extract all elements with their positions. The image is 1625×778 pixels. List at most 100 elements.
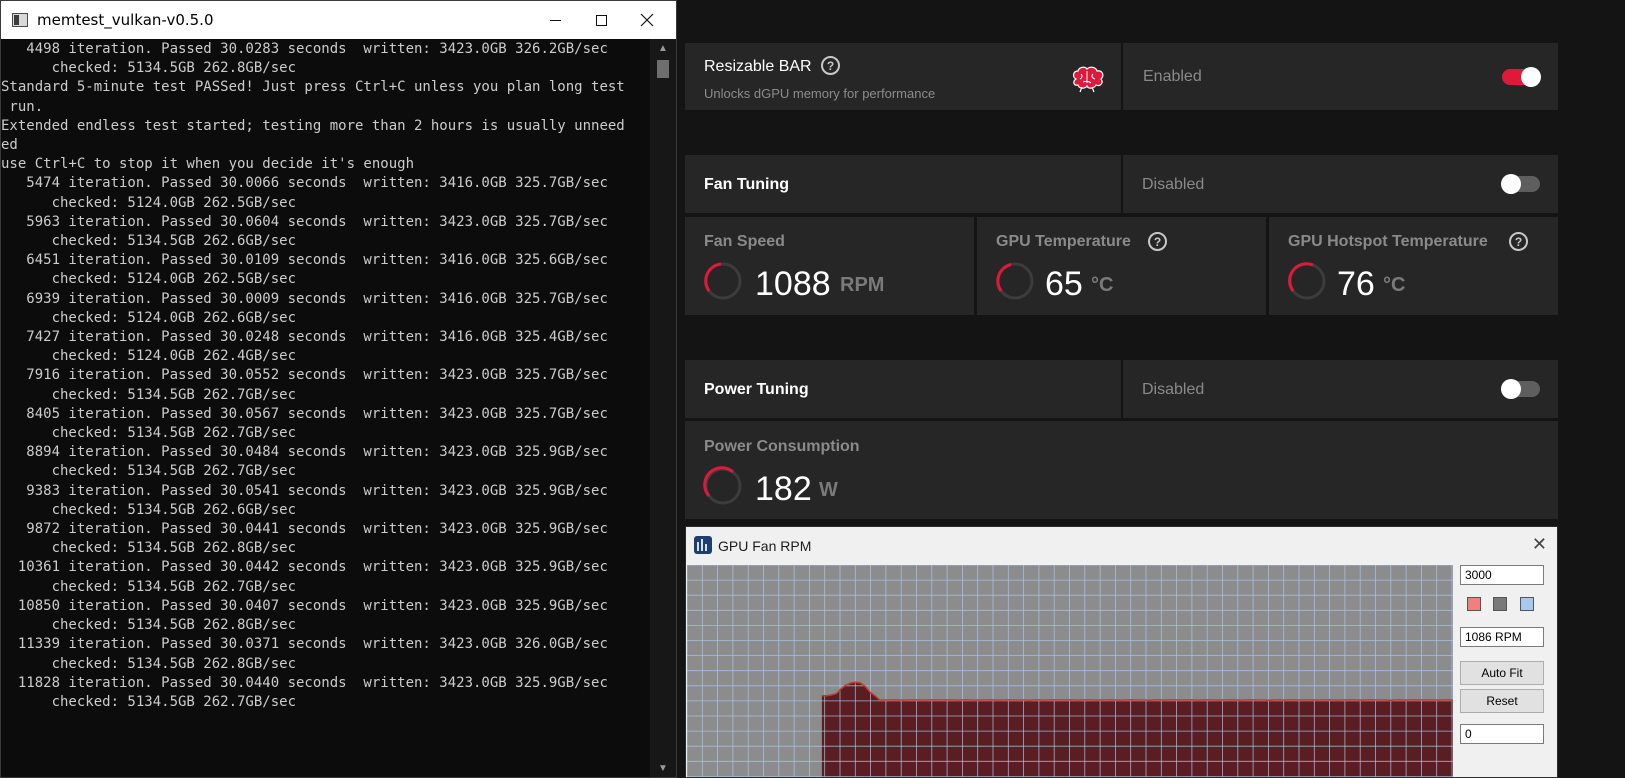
fan-tuning-state-card: Disabled xyxy=(1123,155,1558,213)
help-icon[interactable]: ? xyxy=(1148,232,1167,251)
console-line: ed xyxy=(1,137,18,154)
console-line: 10850 iteration. Passed 30.0407 seconds … xyxy=(1,597,608,614)
close-icon xyxy=(640,13,654,27)
console-line: checked: 5134.5GB 262.7GB/sec xyxy=(1,693,297,710)
current-value-field[interactable]: 1086 RPM xyxy=(1460,627,1544,647)
console-line: 7916 iteration. Passed 30.0552 seconds w… xyxy=(1,367,608,384)
close-icon[interactable]: ✕ xyxy=(1532,534,1547,555)
metric-value: 76 xyxy=(1337,265,1375,303)
min-value-field[interactable]: 0 xyxy=(1460,724,1544,744)
console-line: 10361 iteration. Passed 30.0442 seconds … xyxy=(1,559,608,576)
metric-value: 65 xyxy=(1045,265,1083,303)
console-line: checked: 5134.5GB 262.7GB/sec xyxy=(1,425,297,442)
gpu-hotspot-temperature-card: GPU Hotspot Temperature ? 76 °C xyxy=(1269,217,1558,315)
gpu-fan-rpm-window: GPU Fan RPM ✕ 3000 1086 RPM Auto Fit Res… xyxy=(685,526,1558,778)
console-line: checked: 5124.0GB 262.6GB/sec xyxy=(1,309,297,326)
console-line: checked: 5134.5GB 262.8GB/sec xyxy=(1,655,297,672)
help-icon[interactable]: ? xyxy=(1509,232,1528,251)
color-swatch-red[interactable] xyxy=(1467,597,1481,611)
resizable-bar-state: Enabled xyxy=(1143,68,1202,85)
console-scrollbar[interactable]: ▲ ▼ xyxy=(650,39,676,777)
console-line: 6451 iteration. Passed 30.0109 seconds w… xyxy=(1,252,608,269)
reset-button[interactable]: Reset xyxy=(1460,689,1544,713)
power-tuning-toggle[interactable] xyxy=(1501,379,1540,399)
toggle-knob xyxy=(1501,174,1521,194)
fan-tuning-title: Fan Tuning xyxy=(704,176,790,193)
minimize-button[interactable] xyxy=(532,1,578,39)
color-swatch-gray[interactable] xyxy=(1493,597,1507,611)
scroll-up-arrow-icon[interactable]: ▲ xyxy=(650,39,676,57)
console-line: 6939 iteration. Passed 30.0009 seconds w… xyxy=(1,290,608,307)
console-line: 8894 iteration. Passed 30.0484 seconds w… xyxy=(1,444,608,461)
fan-tuning-state: Disabled xyxy=(1142,176,1205,193)
console-line: 9872 iteration. Passed 30.0441 seconds w… xyxy=(1,521,608,538)
resizable-bar-subtitle: Unlocks dGPU memory for performance xyxy=(704,86,936,101)
gpu-temperature-card: GPU Temperature ? 65 °C xyxy=(977,217,1266,315)
console-line: checked: 5124.0GB 262.5GB/sec xyxy=(1,271,297,288)
console-line: 5963 iteration. Passed 30.0604 seconds w… xyxy=(1,213,608,230)
console-line: 4498 iteration. Passed 30.0283 seconds w… xyxy=(1,41,608,57)
console-line: checked: 5134.5GB 262.7GB/sec xyxy=(1,578,297,595)
console-line: checked: 5134.5GB 262.8GB/sec xyxy=(1,617,297,634)
scroll-thumb[interactable] xyxy=(657,60,669,78)
power-consumption-card: Power Consumption 182 W xyxy=(685,421,1558,519)
console-app-icon xyxy=(12,13,28,27)
console-line: checked: 5134.5GB 262.8GB/sec xyxy=(1,60,297,77)
auto-fit-button[interactable]: Auto Fit xyxy=(1460,661,1544,685)
console-titlebar[interactable]: memtest_vulkan-v0.5.0 xyxy=(1,1,676,39)
power-tuning-title: Power Tuning xyxy=(704,381,809,398)
console-line: use Ctrl+C to stop it when you decide it… xyxy=(1,156,415,173)
console-line: checked: 5134.5GB 262.6GB/sec xyxy=(1,233,297,250)
fan-tuning-card: Fan Tuning xyxy=(685,155,1121,213)
metric-label: Power Consumption xyxy=(704,438,860,455)
console-line: 8405 iteration. Passed 30.0567 seconds w… xyxy=(1,405,608,422)
console-line: checked: 5134.5GB 262.7GB/sec xyxy=(1,386,297,403)
color-swatch-blue[interactable] xyxy=(1520,597,1534,611)
console-line: run. xyxy=(1,98,44,115)
metric-unit: °C xyxy=(1091,274,1114,296)
metric-label: GPU Hotspot Temperature xyxy=(1288,233,1488,250)
graph-title: GPU Fan RPM xyxy=(718,538,812,554)
console-line: checked: 5124.0GB 262.5GB/sec xyxy=(1,194,297,211)
metric-unit: °C xyxy=(1383,274,1406,296)
maximize-icon xyxy=(595,14,607,26)
metric-unit: RPM xyxy=(840,274,885,296)
console-line: checked: 5134.5GB 262.7GB/sec xyxy=(1,463,297,480)
resizable-bar-card: Resizable BAR ? Unlocks dGPU memory for … xyxy=(685,43,1121,110)
gpu-temperature-gauge-icon xyxy=(996,262,1034,300)
power-tuning-card: Power Tuning xyxy=(685,360,1121,418)
power-tuning-state: Disabled xyxy=(1142,381,1205,398)
scroll-down-arrow-icon[interactable]: ▼ xyxy=(650,759,676,777)
metric-unit: W xyxy=(819,479,838,501)
rpm-plot[interactable] xyxy=(687,565,1453,777)
gpu-hotspot-gauge-icon xyxy=(1288,262,1326,300)
metric-label: GPU Temperature xyxy=(996,233,1131,250)
console-line: Extended endless test started; testing m… xyxy=(1,117,625,134)
close-button[interactable] xyxy=(624,1,670,39)
max-value-field[interactable]: 3000 xyxy=(1460,565,1544,585)
console-line: checked: 5124.0GB 262.4GB/sec xyxy=(1,348,297,365)
resizable-bar-state-card: Enabled xyxy=(1123,43,1558,110)
fan-tuning-toggle[interactable] xyxy=(1501,174,1540,194)
metric-label: Fan Speed xyxy=(704,233,785,250)
toggle-knob xyxy=(1501,379,1521,399)
console-line: 5474 iteration. Passed 30.0066 seconds w… xyxy=(1,175,608,192)
minimize-icon xyxy=(549,19,561,21)
console-line: checked: 5134.5GB 262.6GB/sec xyxy=(1,501,297,518)
resizable-bar-toggle[interactable] xyxy=(1502,67,1541,87)
metric-value: 1088 xyxy=(755,265,831,303)
fan-speed-gauge-icon xyxy=(704,262,742,300)
toggle-knob xyxy=(1521,67,1541,87)
console-line: 9383 iteration. Passed 30.0541 seconds w… xyxy=(1,482,608,499)
power-consumption-gauge-icon xyxy=(703,466,742,505)
console-title: memtest_vulkan-v0.5.0 xyxy=(37,11,214,29)
console-line: Standard 5-minute test PASSed! Just pres… xyxy=(1,79,625,96)
console-output[interactable]: 4498 iteration. Passed 30.0283 seconds w… xyxy=(1,39,651,777)
metric-value: 182 xyxy=(755,470,812,508)
power-tuning-state-card: Disabled xyxy=(1123,360,1558,418)
fan-speed-card: Fan Speed 1088 RPM xyxy=(685,217,974,315)
help-icon[interactable]: ? xyxy=(821,56,840,75)
console-line: checked: 5134.5GB 262.8GB/sec xyxy=(1,540,297,557)
maximize-button[interactable] xyxy=(578,1,624,39)
console-line: 7427 iteration. Passed 30.0248 seconds w… xyxy=(1,329,608,346)
